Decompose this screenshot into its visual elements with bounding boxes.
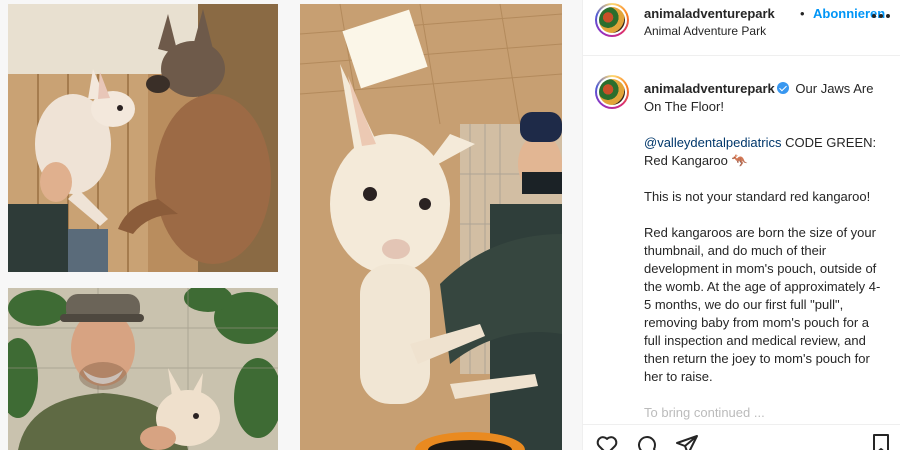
post-side-panel: animaladventurepark • Abonnieren Animal …: [582, 0, 900, 450]
post-header: animaladventurepark • Abonnieren Animal …: [583, 0, 900, 56]
more-options-icon[interactable]: [872, 11, 890, 21]
caption-text: animaladventurepark Our Jaws Are On The …: [644, 80, 882, 422]
caption-paragraph-2: Red kangaroos are born the size of your …: [644, 225, 881, 384]
header-separator: •: [800, 6, 805, 21]
account-avatar[interactable]: [595, 3, 629, 37]
caption-code-paragraph: @valleydentalpediatrics CODE GREEN: Red …: [644, 134, 882, 170]
header-username[interactable]: animaladventurepark: [644, 6, 775, 21]
photo-keeper-holding-joey: [300, 4, 562, 450]
verified-badge-icon: [776, 82, 789, 94]
mention-link[interactable]: @valleydentalpediatrics: [644, 135, 782, 150]
caption-paragraph-3: To bring continued ...: [644, 405, 765, 420]
location-link[interactable]: Animal Adventure Park: [644, 24, 766, 38]
photo-joey-and-mother: [8, 4, 278, 272]
caption-username[interactable]: animaladventurepark: [644, 81, 775, 96]
caption-paragraph-1: This is not your standard red kangaroo!: [644, 189, 871, 204]
heart-icon[interactable]: [595, 433, 619, 450]
comment-icon[interactable]: [635, 433, 659, 450]
caption-first-paragraph: animaladventurepark Our Jaws Are On The …: [644, 80, 882, 116]
share-icon[interactable]: [675, 433, 699, 450]
photo-keeper-with-joey: [8, 288, 278, 450]
caption-avatar[interactable]: [595, 75, 629, 109]
post-media[interactable]: [0, 0, 582, 450]
caption-section: animaladventurepark Our Jaws Are On The …: [583, 57, 900, 422]
bookmark-icon[interactable]: [869, 433, 893, 450]
action-bar: [583, 424, 900, 450]
